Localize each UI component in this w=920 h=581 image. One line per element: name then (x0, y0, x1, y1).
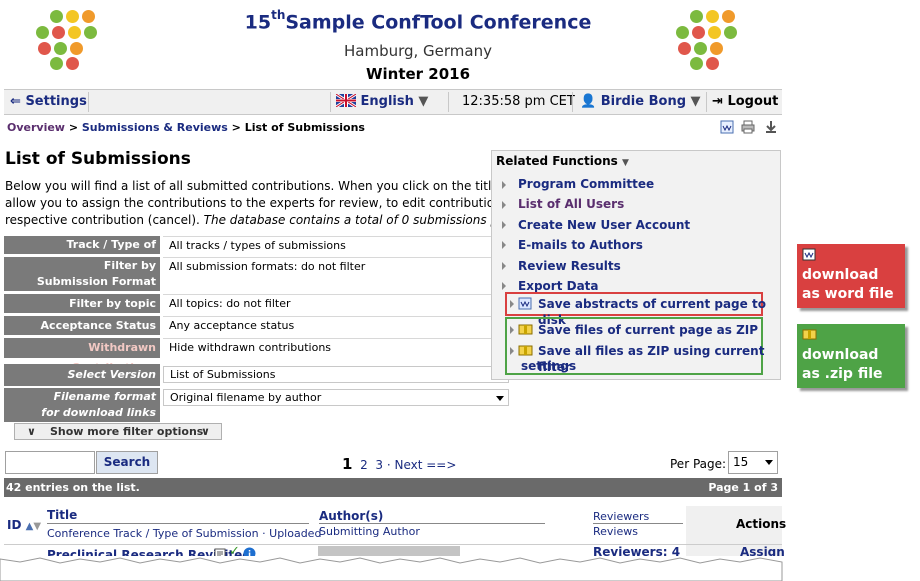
show-more-filters-button[interactable]: ∨ Show more filter options ∨ (14, 423, 222, 440)
word-export-icon[interactable] (720, 120, 734, 134)
sort-descending-icon[interactable]: ▼ (33, 521, 41, 532)
breadcrumb: Overview > Submissions & Reviews > List … (7, 121, 365, 134)
download-zip-callout: download as .zip file (797, 324, 905, 388)
breadcrumb-overview[interactable]: Overview (7, 121, 65, 134)
download-word-callout: download as word file (797, 244, 905, 308)
per-page-label: Per Page: (670, 457, 727, 471)
filter-label-track: Track / Type of Submission (4, 236, 160, 269)
filter-label-format: Filter by Submission Format (4, 257, 160, 291)
link-list-all-users[interactable]: List of All Users (518, 196, 624, 212)
header-divider (319, 523, 545, 524)
column-title-subheader: Conference Track / Type of Submission · … (47, 527, 322, 540)
dropdown-arrow-icon (765, 460, 773, 465)
page-indicator: Page 1 of 3 (708, 481, 778, 494)
double-chevron-down-icon: ∨ (201, 425, 210, 438)
conference-title: 15thSample ConfTool Conference (244, 8, 592, 34)
search-input[interactable] (5, 451, 95, 474)
download-icon[interactable] (764, 120, 778, 134)
word-document-icon (802, 248, 816, 261)
uk-flag-icon (335, 92, 357, 109)
zip-archive-icon (518, 345, 533, 356)
column-reviews[interactable]: Reviews (593, 525, 638, 538)
zip-archive-icon (518, 324, 533, 335)
related-functions-panel: Related Functions ▼ Program Committee Li… (491, 150, 781, 380)
back-arrow-icon: ⇐ (10, 94, 21, 109)
page-link-2[interactable]: 2 (360, 458, 368, 472)
filter-withdrawn-select[interactable]: Hide withdrawn contributions (163, 338, 509, 358)
top-toolbar: ⇐ Settings English ▼ 12:35:58 pm CET 👤 B… (4, 89, 782, 115)
conference-location: Hamburg, Germany (343, 42, 492, 60)
zip-archive-icon (802, 329, 817, 340)
settings-button[interactable]: ⇐ Settings (10, 90, 87, 114)
header-divider (47, 523, 309, 524)
dropdown-arrow-icon (496, 396, 504, 401)
torn-edge (0, 556, 920, 581)
filter-label-acceptance: Acceptance Status (4, 316, 160, 335)
filter-track-select[interactable]: All tracks / types of submissions (163, 236, 509, 254)
link-save-all-zip-line2[interactable]: settings (521, 358, 576, 374)
logout-button[interactable]: ⇥ Logout (712, 90, 778, 114)
page-next-link[interactable]: Next ==> (394, 458, 456, 472)
link-create-user[interactable]: Create New User Account (518, 217, 690, 233)
chevron-down-icon: ▼ (690, 94, 701, 109)
filter-format-select[interactable]: All submission formats: do not filter (163, 257, 509, 291)
breadcrumb-current: List of Submissions (244, 121, 365, 134)
language-selector[interactable]: English ▼ (335, 90, 429, 114)
link-program-committee[interactable]: Program Committee (518, 176, 654, 192)
filter-label-version: Select Version (4, 364, 160, 386)
column-authors[interactable]: Author(s) (319, 509, 383, 523)
entries-count: 42 entries on the list. (6, 481, 140, 494)
version-select[interactable]: List of Submissions (163, 366, 509, 383)
column-submitting-author[interactable]: Submitting Author (319, 525, 420, 538)
conference-season: Winter 2016 (365, 65, 471, 83)
header-divider (593, 523, 683, 524)
user-icon: 👤 (580, 94, 597, 109)
intro-text: Below you will find a list of all submit… (5, 179, 493, 227)
sort-by-track-link[interactable]: Conference Track / Type of Submission (47, 527, 259, 540)
chevron-down-icon: ▼ (418, 94, 429, 109)
filter-label-withdrawn: Withdrawn Contributions (4, 338, 160, 374)
column-id[interactable]: ID ▲▼ (7, 518, 41, 532)
link-save-files-zip[interactable]: Save files of current page as ZIP (538, 322, 758, 338)
column-actions: Actions (736, 517, 787, 531)
double-chevron-down-icon: ∨ (27, 425, 36, 438)
word-document-icon (518, 297, 532, 310)
pagination: 1 2 3 · Next ==> (342, 455, 457, 473)
filter-topic-select[interactable]: All topics: do not filter (163, 294, 509, 313)
page-link-3[interactable]: 3 (375, 458, 383, 472)
page-current: 1 (342, 455, 353, 473)
chevron-down-icon: ▼ (622, 158, 629, 168)
related-functions-title[interactable]: Related Functions ▼ (496, 154, 629, 168)
sort-by-upload-link[interactable]: Uploaded (269, 527, 321, 540)
link-emails-authors[interactable]: E-mails to Authors (518, 237, 643, 253)
per-page-select[interactable]: 15 (728, 451, 778, 474)
search-button[interactable]: Search (96, 451, 158, 474)
column-title[interactable]: Title (47, 508, 77, 522)
filter-label-filename: Filename format for download links (4, 388, 160, 422)
list-status-bar: 42 entries on the list. Page 1 of 3 (4, 478, 782, 497)
column-reviewers[interactable]: Reviewers (593, 510, 649, 523)
filter-label-topic: Filter by topic (4, 294, 160, 313)
user-menu[interactable]: 👤 Birdie Bong ▼ (580, 90, 701, 114)
filename-format-select[interactable]: Original filename by author (163, 389, 509, 406)
server-time: 12:35:58 pm CET (462, 94, 575, 109)
logout-icon: ⇥ (712, 94, 723, 109)
link-review-results[interactable]: Review Results (518, 258, 621, 274)
filter-acceptance-select[interactable]: Any acceptance status (163, 316, 509, 335)
print-icon[interactable] (741, 120, 755, 134)
page-title: List of Submissions (5, 149, 191, 169)
breadcrumb-submissions-reviews[interactable]: Submissions & Reviews (82, 121, 228, 134)
